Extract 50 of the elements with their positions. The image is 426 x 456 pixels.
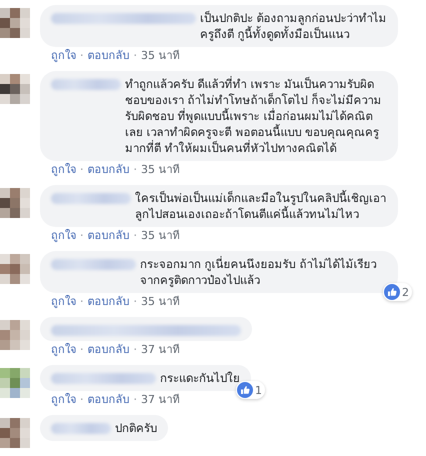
comment-time: 35 นาที: [141, 229, 180, 242]
comment-text: ปกติครับ: [115, 420, 157, 436]
like-count: 1: [255, 384, 262, 396]
comment-text: กระจอกมาก กูเนี่ยคนนึงยอมรับ ถ้าไม่ได้ไม้เรียวจากครูติดกาวป๋องไปแล้ว: [140, 256, 378, 288]
comment-text: ทำถูกแล้วครับ ดีแล้วที่ทำ เพราะ มันเป็นความรับผิดชอบของเรา ถ้าไม่ทำโทษถ้าเด็กโตไป ก็จะไม่มีความรับผิดชอบ ที่พูดแบบนี้เพราะ เมื่อก่อนผมไม่ได้คณิตเลย เวลาทำผิดครูจะตี พอตอนนี้แบบ ขอบคุณคุณครูมากที่ตี ทำให้ผมเป็นคนที่หัวไปทางคณิตได้: [125, 76, 382, 156]
separator-dot: ·: [134, 229, 137, 242]
separator-dot: ·: [134, 393, 137, 406]
reply-link[interactable]: ตอบกลับ: [88, 163, 130, 176]
reply-link[interactable]: ตอบกลับ: [88, 49, 130, 62]
reaction-badge[interactable]: 2: [383, 283, 412, 301]
comment-text: ใครเป็นพ่อเป็นแม่เด็กและมือในรูปในคลิปนี้เชิญเอาลูกไปสอนเองเถอะถ้าโดนตีแค่นี้แล้วทนไม่ไหว: [135, 190, 387, 222]
separator-dot: ·: [134, 49, 137, 62]
like-link[interactable]: ถูกใจ: [51, 295, 76, 308]
separator-dot: ·: [80, 343, 84, 356]
blurred-name: [51, 79, 121, 90]
comment-time: 35 นาที: [141, 295, 180, 308]
thumbs-up-icon: [237, 382, 253, 398]
comment-time: 37 นาที: [141, 343, 180, 356]
separator-dot: ·: [80, 393, 84, 406]
reaction-badge[interactable]: 1: [236, 381, 265, 399]
separator-dot: ·: [134, 295, 137, 308]
avatar: [0, 188, 30, 218]
reply-link[interactable]: ตอบกลับ: [88, 229, 130, 242]
like-link[interactable]: ถูกใจ: [51, 163, 76, 176]
separator-dot: ·: [80, 163, 84, 176]
separator-dot: ·: [80, 49, 84, 62]
comment-time: 35 นาที: [141, 49, 180, 62]
comment-time: 35 นาที: [141, 163, 180, 176]
like-count: 2: [402, 286, 409, 298]
separator-dot: ·: [80, 295, 84, 308]
separator-dot: ·: [134, 343, 137, 356]
thumbs-up-icon: [384, 284, 400, 300]
avatar: [0, 418, 30, 448]
comment-time: 37 นาที: [141, 393, 180, 406]
reply-link[interactable]: ตอบกลับ: [88, 393, 130, 406]
reply-link[interactable]: ตอบกลับ: [88, 343, 130, 356]
avatar: [0, 254, 30, 284]
comment-text: เป็นปกติปะ ต้องถามลูกก่อนปะว่าทำไมครูถึงตี กูนี้ทั้งดูดทั้งมือเป็นแนว: [200, 10, 387, 42]
separator-dot: ·: [80, 229, 84, 242]
blurred-name: [51, 423, 111, 434]
separator-dot: ·: [134, 163, 137, 176]
like-link[interactable]: ถูกใจ: [51, 229, 76, 242]
avatar: [0, 8, 30, 38]
reply-link[interactable]: ตอบกลับ: [88, 295, 130, 308]
like-link[interactable]: ถูกใจ: [51, 393, 76, 406]
avatar: [0, 74, 30, 104]
like-link[interactable]: ถูกใจ: [51, 49, 76, 62]
avatar: [0, 368, 30, 398]
like-link[interactable]: ถูกใจ: [51, 343, 76, 356]
avatar: [0, 320, 30, 350]
